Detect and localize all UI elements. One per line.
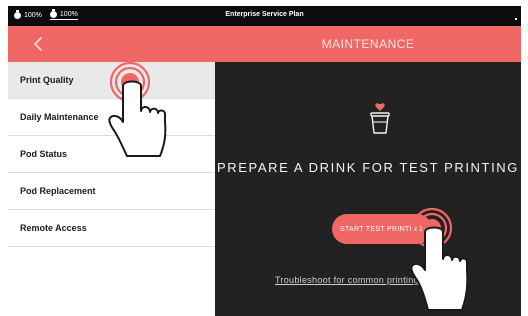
cup-icon <box>370 103 390 134</box>
chevron-left-icon[interactable] <box>30 35 48 53</box>
tap-hand-icon <box>108 61 167 157</box>
status-dot <box>515 18 517 20</box>
sidebar-item-label: Daily Maintenance <box>20 112 99 122</box>
tablet-screen: 100% 100% Enterprise Service Plan MAINTE… <box>8 6 521 316</box>
page-title: MAINTENANCE <box>321 37 415 51</box>
sidebar-item-remote-access[interactable]: Remote Access <box>8 210 215 247</box>
tap-hand-icon <box>410 207 469 311</box>
sidebar-item-label: Pod Status <box>20 149 68 159</box>
sidebar-item-label: Print Quality <box>20 75 74 85</box>
instruction-text: PREPARE A DRINK FOR TEST PRINTING <box>216 160 519 175</box>
status-title: Enterprise Service Plan <box>225 11 304 18</box>
sidebar-item-label: Pod Replacement <box>20 186 96 196</box>
sidebar-item-pod-replacement[interactable]: Pod Replacement <box>8 173 215 210</box>
status-bar: 100% 100% Enterprise Service Plan <box>8 6 521 26</box>
header-bar: MAINTENANCE <box>8 26 521 62</box>
sidebar-item-label: Remote Access <box>20 223 87 233</box>
